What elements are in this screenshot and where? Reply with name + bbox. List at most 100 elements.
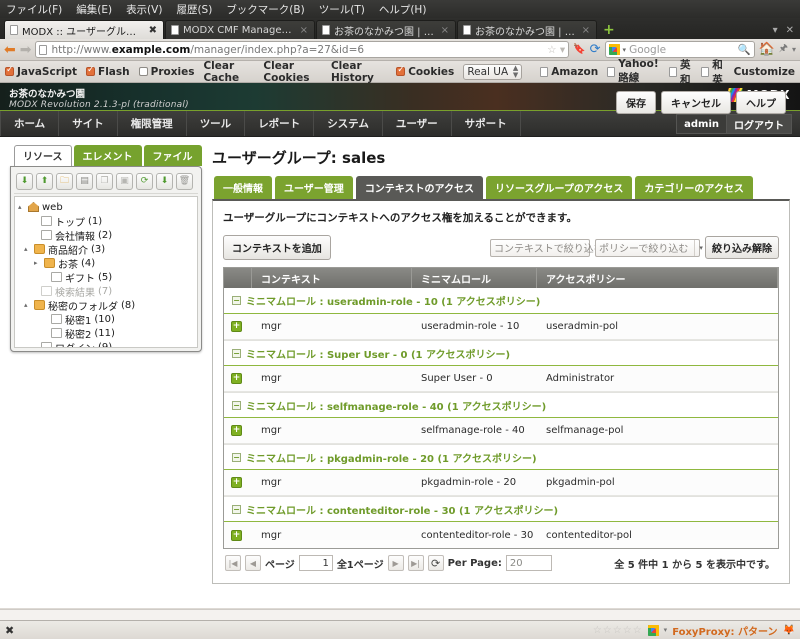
reader-icon[interactable]: 🔖 xyxy=(573,44,585,55)
tree-node-tea[interactable]: ▸ お茶 (4) xyxy=(17,256,195,271)
collapse-icon[interactable]: − xyxy=(232,296,241,305)
tree-node-web[interactable]: ▴ web xyxy=(17,200,195,214)
tab-user-management[interactable]: ユーザー管理 xyxy=(275,176,353,199)
clear-history-button[interactable]: Clear History xyxy=(331,60,387,84)
grid-group-row[interactable]: − ミニマムロール : pkgadmin-role - 20 (1 アクセスポリ… xyxy=(224,444,778,470)
add-context-button[interactable]: コンテキストを追加 xyxy=(223,235,331,260)
search-icon[interactable]: 🔍 xyxy=(737,43,750,56)
tree-tab-resources[interactable]: リソース xyxy=(14,145,72,166)
collapse-icon[interactable]: − xyxy=(232,348,241,358)
nav-tools[interactable]: ツール xyxy=(187,111,246,136)
toggle-cookies[interactable]: Cookies xyxy=(396,65,454,78)
tree-node-products[interactable]: ▴ 商品紹介 (3) xyxy=(17,242,195,257)
browser-tab-2[interactable]: MODX CMF Manager Login × xyxy=(165,20,315,39)
bookmark-star-icon[interactable]: ☆ ▾ xyxy=(547,44,565,56)
expander-icon[interactable]: ▸ xyxy=(34,259,41,267)
tree-node-search-result[interactable]: 検索結果 (7) xyxy=(17,284,195,299)
forward-icon[interactable]: ➡ xyxy=(20,43,32,57)
menu-help[interactable]: ヘルプ(H) xyxy=(379,2,427,17)
table-row[interactable]: + mgr Super User - 0 Administrator xyxy=(224,366,778,392)
menu-view[interactable]: 表示(V) xyxy=(126,2,162,17)
status-stop-icon[interactable]: ✖ xyxy=(5,624,14,637)
tab-list-icon[interactable]: ▾ xyxy=(773,25,778,36)
bookmark-eiwa[interactable]: 英和 xyxy=(668,57,692,87)
nav-reports[interactable]: レポート xyxy=(245,111,315,136)
tree-node-login[interactable]: ログイン (9) xyxy=(17,340,195,347)
search-input[interactable]: Google xyxy=(629,44,666,56)
user-name[interactable]: admin xyxy=(676,114,727,134)
nav-system[interactable]: システム xyxy=(314,111,383,136)
close-icon[interactable]: ✖ xyxy=(149,25,157,36)
expand-all-icon[interactable]: ⬆ xyxy=(36,173,53,190)
customize-button[interactable]: Customize xyxy=(734,66,795,78)
tree-node-secret-folder[interactable]: ▴ 秘密のフォルダ (8) xyxy=(17,298,195,313)
nav-users[interactable]: ユーザー xyxy=(383,111,452,136)
expand-icon[interactable]: + xyxy=(231,373,242,384)
browser-tab-3[interactable]: お茶のなかみつ園 | ログイン × xyxy=(316,20,456,39)
tree-node-secret2[interactable]: 秘密2 (11) xyxy=(17,326,195,341)
new-tab-button[interactable]: + xyxy=(598,22,620,39)
logout-button[interactable]: ログアウト xyxy=(727,114,792,134)
chevron-down-icon[interactable]: ▾ xyxy=(664,626,668,634)
expand-icon[interactable]: + xyxy=(231,321,242,332)
tree-node-gift[interactable]: ギフト (5) xyxy=(17,270,195,285)
table-row[interactable]: + mgr selfmanage-role - 40 selfmanage-po… xyxy=(224,418,778,444)
expander-icon[interactable]: ▴ xyxy=(18,203,25,211)
grid-group-row[interactable]: − ミニマムロール : contenteditor-role - 30 (1 ア… xyxy=(224,496,778,522)
expander-icon[interactable]: ▴ xyxy=(24,245,31,253)
bookmark-yahoo[interactable]: Yahoo!路線 xyxy=(607,58,660,85)
toggle-javascript[interactable]: JavaScript xyxy=(5,65,77,78)
menu-tools[interactable]: ツール(T) xyxy=(319,2,365,17)
user-agent-select[interactable]: Real UA ▲ ▼ xyxy=(463,63,523,80)
tree-tab-files[interactable]: ファイル xyxy=(143,145,202,166)
table-row[interactable]: + mgr useradmin-role - 10 useradmin-pol xyxy=(224,314,778,340)
new-folder-icon[interactable]: 🗀 xyxy=(56,173,73,190)
tab-resource-group-access[interactable]: リソースグループのアクセス xyxy=(486,176,633,199)
collapse-icon[interactable]: − xyxy=(232,452,241,462)
per-page-input[interactable]: 20 xyxy=(505,555,552,571)
close-icon[interactable]: × xyxy=(582,25,590,36)
menu-history[interactable]: 履歴(S) xyxy=(176,2,212,17)
menu-bookmarks[interactable]: ブックマーク(B) xyxy=(226,2,304,17)
bookmark-amazon[interactable]: Amazon xyxy=(540,66,598,78)
table-row[interactable]: + mgr pkgadmin-role - 20 pkgadmin-pol xyxy=(224,470,778,496)
table-row[interactable]: + mgr contenteditor-role - 30 contentedi… xyxy=(224,522,778,548)
nav-site[interactable]: サイト xyxy=(59,111,118,136)
clear-filter-button[interactable]: 絞り込み解除 xyxy=(705,236,779,259)
close-icon[interactable]: × xyxy=(441,25,449,36)
grid-group-row[interactable]: − ミニマムロール : Super User - 0 (1 アクセスポリシー) xyxy=(224,340,778,366)
filter-policy-select[interactable]: ポリシーで絞り込む ▾ xyxy=(595,238,703,257)
paste-icon[interactable]: ▣ xyxy=(116,173,133,190)
tree-tab-elements[interactable]: エレメント xyxy=(73,145,142,166)
nav-support[interactable]: サポート xyxy=(452,111,521,136)
search-bar[interactable]: ▾ Google 🔍 xyxy=(604,41,755,58)
clear-cache-button[interactable]: Clear Cache xyxy=(203,60,254,84)
grid-header-policy[interactable]: アクセスポリシー xyxy=(537,268,778,288)
grid-group-row[interactable]: − ミニマムロール : useradmin-role - 10 (1 アクセスポ… xyxy=(224,288,778,314)
tree-node-secret1[interactable]: 秘密1 (10) xyxy=(17,312,195,327)
last-page-button[interactable]: ▶| xyxy=(407,555,424,571)
expand-icon[interactable]: + xyxy=(231,425,242,436)
url-bar[interactable]: http://www.example.com/manager/index.php… xyxy=(35,41,570,58)
tab-category-access[interactable]: カテゴリーのアクセス xyxy=(635,176,753,199)
reload-icon[interactable]: ⟳ xyxy=(590,42,601,57)
grid-group-row[interactable]: − ミニマムロール : selfmanage-role - 40 (1 アクセス… xyxy=(224,392,778,418)
foxyproxy-status[interactable]: FoxyProxy: パターン xyxy=(672,623,777,638)
next-page-button[interactable]: ▶ xyxy=(387,555,404,571)
horizontal-scroll-area[interactable] xyxy=(0,609,800,620)
nav-home[interactable]: ホーム xyxy=(0,111,60,136)
addon-icon[interactable] xyxy=(647,624,659,636)
toggle-proxies[interactable]: Proxies xyxy=(138,66,194,78)
grid-header-role[interactable]: ミニマムロール xyxy=(412,268,537,288)
chevron-down-icon[interactable]: ▾ xyxy=(694,239,703,256)
expand-icon[interactable]: + xyxy=(231,477,242,488)
home-icon[interactable]: 🏠 xyxy=(759,42,775,57)
overflow-chevron-icon[interactable]: ▾ xyxy=(792,45,796,54)
filter-context-select[interactable]: コンテキストで絞り込む ▾ xyxy=(490,238,618,257)
menu-edit[interactable]: 編集(E) xyxy=(76,2,112,17)
bookmark-waei[interactable]: 和英 xyxy=(701,57,724,87)
tree-node-company[interactable]: 会社情報 (2) xyxy=(17,228,195,243)
close-icon[interactable]: × xyxy=(300,25,308,36)
tab-context-access[interactable]: コンテキストのアクセス xyxy=(355,176,484,199)
copy-icon[interactable]: ❐ xyxy=(96,173,113,190)
